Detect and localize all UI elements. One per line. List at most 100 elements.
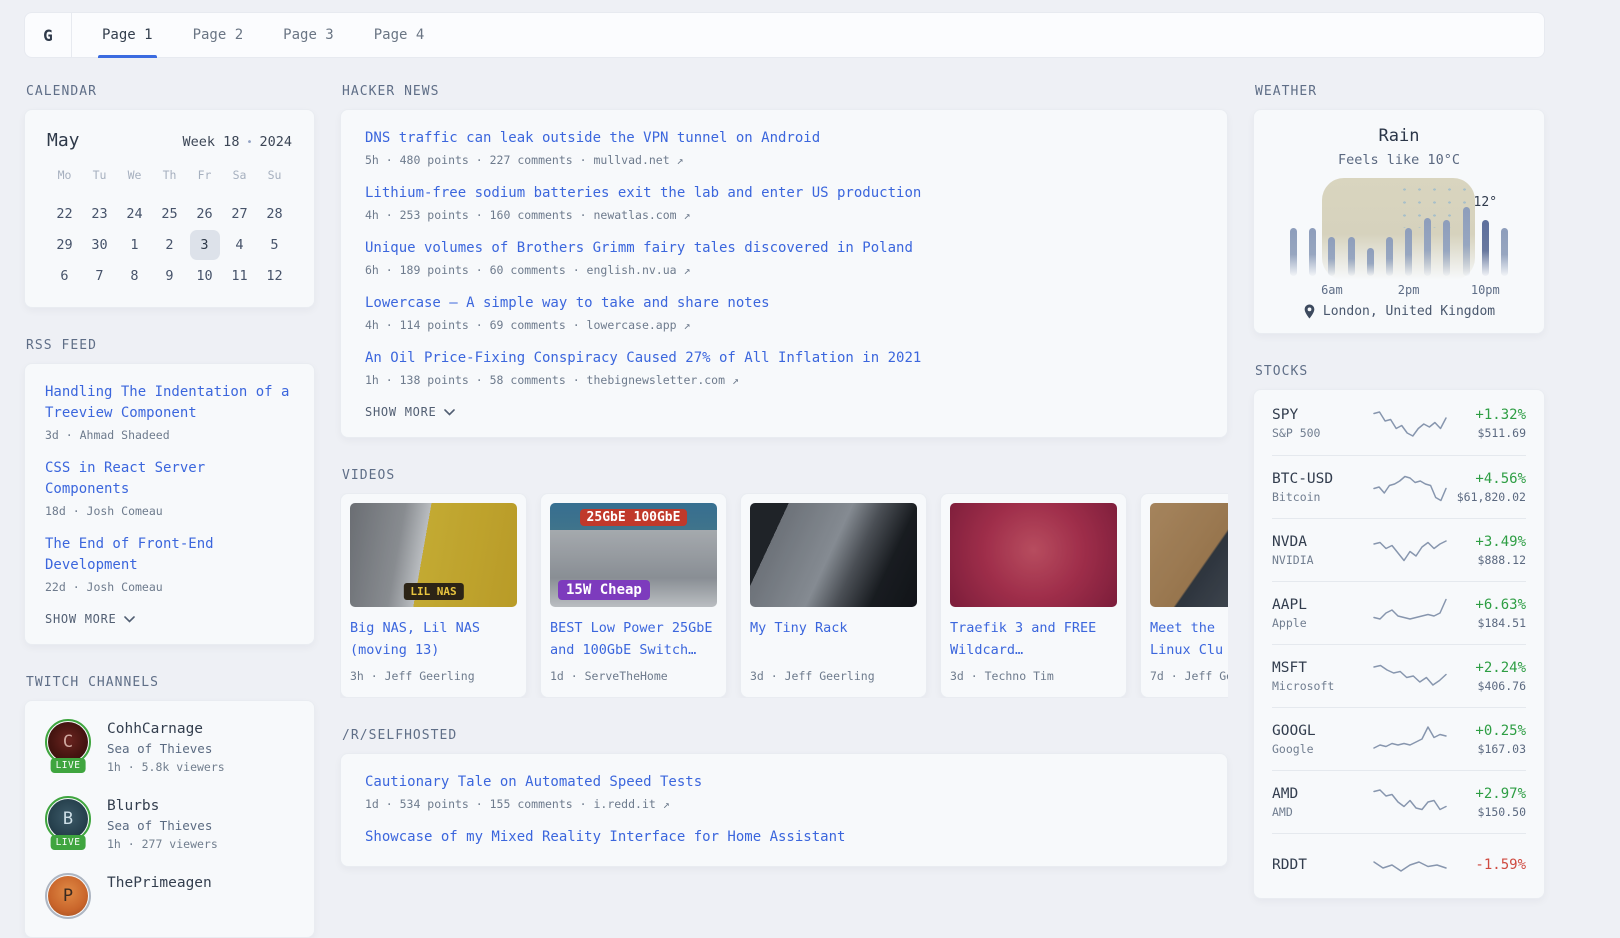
stock-values: +4.56% $61,820.02: [1448, 471, 1526, 504]
stock-identity: MSFT Microsoft: [1272, 660, 1372, 693]
stock-change: +0.25%: [1448, 723, 1526, 739]
video-title[interactable]: Big NAS, Lil NAS (moving 13): [350, 618, 517, 661]
hn-item-title[interactable]: Unique volumes of Brothers Grimm fairy t…: [365, 238, 1203, 259]
video-thumbnail[interactable]: FAS: [1150, 503, 1228, 607]
weather-card: Rain Feels like 10°C: [1253, 109, 1545, 334]
weather-bar-cell: [1380, 188, 1399, 276]
stock-sparkline: [1372, 531, 1448, 569]
dashboard-page: G Page 1 Page 2 Page 3 Page 4 CALENDAR M…: [24, 12, 1545, 938]
live-badge: LIVE: [51, 758, 86, 773]
app-logo[interactable]: G: [25, 13, 72, 57]
stock-row[interactable]: BTC-USD Bitcoin +4.56% $61,820.02: [1272, 455, 1526, 518]
weather-bar-cell: [1437, 188, 1456, 276]
weather-bar: [1405, 228, 1412, 276]
nav-tab[interactable]: Page 2: [181, 13, 256, 57]
weather-bar: [1290, 228, 1297, 276]
avatar: B: [48, 799, 88, 839]
hn-item-title[interactable]: Lithium-free sodium batteries exit the l…: [365, 183, 1203, 204]
nav-tab[interactable]: Page 3: [271, 13, 346, 57]
channel-game: Sea of Thieves: [107, 741, 225, 756]
video-title[interactable]: BEST Low Power 25GbE and 100GbE Switch…: [550, 618, 717, 661]
hn-item: Lithium-free sodium batteries exit the l…: [365, 183, 1203, 222]
stock-sparkline: [1372, 783, 1448, 821]
stock-row[interactable]: AMD AMD +2.97% $150.50: [1272, 770, 1526, 833]
video-thumbnail[interactable]: LIL NAS: [350, 503, 517, 607]
video-thumbnail[interactable]: [750, 503, 917, 607]
reddit-item-title[interactable]: Showcase of my Mixed Reality Interface f…: [365, 827, 1203, 848]
stock-change: +1.32%: [1448, 407, 1526, 423]
stock-price: $888.12: [1448, 553, 1526, 567]
hn-item: An Oil Price-Fixing Conspiracy Caused 27…: [365, 348, 1203, 387]
weather-bar: [1328, 237, 1335, 276]
calendar-widget: CALENDAR May Week 18 • 2024 Mo: [24, 84, 315, 308]
reddit-card: Cautionary Tale on Automated Speed Tests…: [340, 753, 1228, 867]
calendar-day: 24: [120, 199, 150, 229]
reddit-item-meta: 1d · 534 points · 155 comments · i.redd.…: [365, 797, 1203, 811]
dot-separator: •: [246, 137, 252, 148]
top-nav: G Page 1 Page 2 Page 3 Page 4: [24, 12, 1545, 58]
stock-symbol: AAPL: [1272, 597, 1372, 613]
weather-feels-like: Feels like 10°C: [1274, 152, 1524, 168]
calendar-week-number: Week 18: [183, 134, 240, 150]
rss-item-meta: 22d · Josh Comeau: [45, 580, 294, 594]
twitch-channel-info: Blurbs Sea of Thieves 1h · 277 viewers: [107, 796, 218, 851]
stock-symbol: MSFT: [1272, 660, 1372, 676]
hn-item-title[interactable]: DNS traffic can leak outside the VPN tun…: [365, 128, 1203, 149]
stock-row[interactable]: MSFT Microsoft +2.24% $406.76: [1272, 644, 1526, 707]
calendar-day: 26: [190, 199, 220, 229]
weather-location-row: London, United Kingdom: [1274, 304, 1524, 319]
stock-row[interactable]: GOOGL Google +0.25% $167.03: [1272, 707, 1526, 770]
weather-chart: 6am: [1284, 188, 1514, 276]
calendar-day: 6: [50, 261, 80, 291]
twitch-channel-row[interactable]: P ThePrimeagen: [45, 873, 294, 919]
calendar-day: 10: [190, 261, 220, 291]
middle-column: HACKER NEWS DNS traffic can leak outside…: [340, 84, 1228, 867]
stock-row[interactable]: RDDT -1.59%: [1272, 833, 1526, 896]
stocks-card: SPY S&P 500 +1.32% $511.69: [1253, 389, 1545, 899]
rss-item: CSS in React Server Components 18d · Jos…: [45, 458, 294, 518]
nav-tab[interactable]: Page 4: [362, 13, 437, 57]
calendar-day: 30: [85, 230, 115, 260]
stock-identity: AMD AMD: [1272, 786, 1372, 819]
weather-bar-cell: [1284, 188, 1303, 276]
hn-item-title[interactable]: Lowercase – A simple way to take and sha…: [365, 293, 1203, 314]
videos-widget: VIDEOS LIL NAS Big NAS, Lil NAS (moving …: [340, 468, 1228, 698]
video-title[interactable]: Traefik 3 and FREE Wildcard…: [950, 618, 1117, 661]
rss-item-title[interactable]: CSS in React Server Components: [45, 458, 294, 500]
show-more-label: SHOW MORE: [45, 612, 117, 626]
show-more-button[interactable]: SHOW MORE: [45, 612, 294, 626]
weather-bar: [1386, 237, 1393, 276]
rss-item-title[interactable]: The End of Front-End Development: [45, 534, 294, 576]
hn-item: Unique volumes of Brothers Grimm fairy t…: [365, 238, 1203, 277]
thumbnail-caption-top: 25GbE 100GbE: [580, 509, 688, 526]
stock-row[interactable]: AAPL Apple +6.63% $184.51: [1272, 581, 1526, 644]
video-meta: 7d · Jeff Geerling: [1150, 669, 1228, 683]
channel-game: Sea of Thieves: [107, 818, 218, 833]
twitch-channel-row[interactable]: C LIVE CohhCarnage Sea of Thieves 1h · 5…: [45, 719, 294, 774]
stock-row[interactable]: SPY S&P 500 +1.32% $511.69: [1272, 392, 1526, 455]
weather-location: London, United Kingdom: [1323, 304, 1495, 319]
stock-values: +3.49% $888.12: [1448, 534, 1526, 567]
video-thumbnail[interactable]: [950, 503, 1117, 607]
calendar-day: 23: [85, 199, 115, 229]
video-title[interactable]: My Tiny Rack: [750, 618, 917, 661]
stock-price: $150.50: [1448, 805, 1526, 819]
reddit-item: Cautionary Tale on Automated Speed Tests…: [365, 772, 1203, 811]
rss-item-title[interactable]: Handling The Indentation of a Treeview C…: [45, 382, 294, 424]
twitch-channel-row[interactable]: B LIVE Blurbs Sea of Thieves 1h · 277 vi…: [45, 796, 294, 851]
calendar-day: 3: [190, 230, 220, 260]
video-thumbnail[interactable]: 25GbE 100GbE 15W Cheap: [550, 503, 717, 607]
stock-change: -1.59%: [1448, 857, 1526, 873]
stock-values: +6.63% $184.51: [1448, 597, 1526, 630]
stock-price: $406.76: [1448, 679, 1526, 693]
video-title[interactable]: Meet the Linux Clu: [1150, 618, 1228, 661]
calendar-week: Week 18 • 2024: [183, 134, 292, 150]
show-more-button[interactable]: SHOW MORE: [365, 405, 1203, 419]
video-card: Traefik 3 and FREE Wildcard… 3d · Techno…: [940, 493, 1127, 698]
stock-row[interactable]: NVDA NVIDIA +3.49% $888.12: [1272, 518, 1526, 581]
reddit-item-title[interactable]: Cautionary Tale on Automated Speed Tests: [365, 772, 1203, 793]
calendar-day: 9: [155, 261, 185, 291]
hn-item-title[interactable]: An Oil Price-Fixing Conspiracy Caused 27…: [365, 348, 1203, 369]
weather-bar: [1482, 220, 1489, 276]
nav-tab[interactable]: Page 1: [90, 13, 165, 57]
